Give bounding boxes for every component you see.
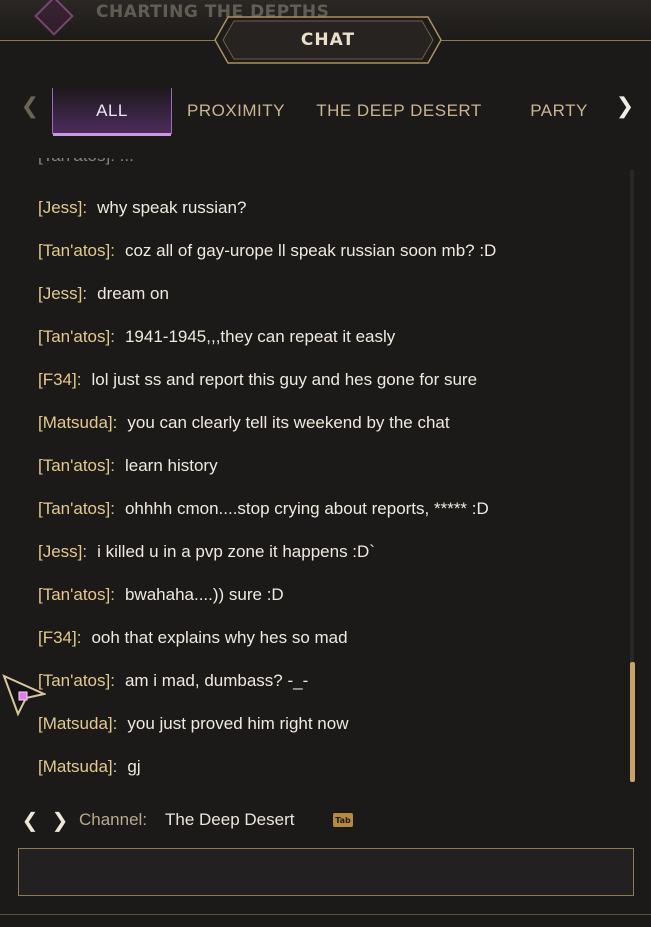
message-author: [Jess]: <box>38 542 88 561</box>
chat-message: [Jess]: dream on <box>38 284 169 304</box>
chat-message: [F34]: lol just ss and report this guy an… <box>38 370 477 390</box>
message-author: [Matsuda]: <box>38 413 118 432</box>
chat-message: [F34]: ooh that explains why hes so mad <box>38 628 348 648</box>
channel-selector: ❮ ❯ Channel: The Deep Desert Tab <box>0 804 651 838</box>
channel-prev-chevron-left-icon[interactable]: ❮ <box>22 808 39 832</box>
tab-all[interactable]: ALL <box>52 88 172 136</box>
chat-message: [Tan'atos]: bwahaha....)) sure :D <box>38 585 284 605</box>
message-author: [Jess]: <box>38 284 88 303</box>
message-author: [Tan'atos]: <box>38 456 115 475</box>
message-author: [Tan'atos]: <box>38 585 115 604</box>
message-text: gj <box>127 757 141 776</box>
chat-input-field[interactable] <box>19 849 633 895</box>
message-text: ooh that explains why hes so mad <box>91 628 348 647</box>
chat-header-badge: CHAT <box>214 16 442 64</box>
channel-label: Channel: <box>79 810 148 829</box>
tab-party[interactable]: PARTY <box>518 88 600 134</box>
chat-input-box[interactable] <box>18 848 634 896</box>
tab-key-hint: Tab <box>333 813 353 827</box>
channel-next-chevron-right-icon[interactable]: ❯ <box>52 808 69 832</box>
message-author: [Jess]: <box>38 198 88 217</box>
quest-diamond-icon <box>34 0 74 36</box>
channel-name: The Deep Desert <box>165 810 295 829</box>
tab-the-deep-desert[interactable]: THE DEEP DESERT <box>306 88 492 134</box>
message-text: coz all of gay-urope ll speak russian so… <box>124 241 497 260</box>
message-text: 1941-1945,,,they can repeat it easly <box>124 327 396 346</box>
chat-message: [Matsuda]: you can clearly tell its weeke… <box>38 413 450 433</box>
message-author: [Matsuda]: <box>38 714 118 733</box>
message-author: [F34]: <box>38 628 82 647</box>
channel-tabs: ❮ ALL PROXIMITY THE DEEP DESERT PARTY ❯ <box>0 78 651 138</box>
message-text: bwahaha....)) sure :D <box>124 585 284 604</box>
chat-message: [Jess]: why speak russian? <box>38 198 246 218</box>
message-text: why speak russian? <box>97 198 247 217</box>
chat-message: [Matsuda]: gj <box>38 757 141 777</box>
message-author: [Tan'atos]: <box>38 241 115 260</box>
tab-proximity[interactable]: PROXIMITY <box>180 88 292 134</box>
message-author: [Tan'atos]: <box>38 671 115 690</box>
message-author: [Tan'atos]: <box>38 499 115 518</box>
message-author: [F34]: <box>38 370 82 389</box>
chat-message: [Tan'atos]: 1941-1945,,,they can repeat i… <box>38 327 395 347</box>
message-text: ohhhh cmon....stop crying about reports,… <box>124 499 489 518</box>
cursor-arrow-icon <box>2 672 48 718</box>
chat-title: CHAT <box>300 30 356 50</box>
chat-message-list[interactable]: [Jess]: why speak russian? [Tan'atos]: coz… <box>0 150 620 790</box>
message-text: lol just ss and report this guy and hes … <box>91 370 478 389</box>
bottom-divider <box>0 914 651 915</box>
message-author: [Matsuda]: <box>38 757 118 776</box>
message-text: am i mad, dumbass? -_- <box>124 671 309 690</box>
message-text: you just proved him right now <box>127 714 349 733</box>
chat-message: [Tan'atos]: ohhhh cmon....stop crying abo… <box>38 499 489 519</box>
scrollbar-thumb[interactable] <box>630 662 635 782</box>
message-text: i killed u in a pvp zone it happens :D` <box>97 542 375 561</box>
chat-message: [Tan'atos]: am i mad, dumbass? -_- <box>38 671 308 691</box>
chat-message: [Matsuda]: you just proved him right now <box>38 714 348 734</box>
message-author: [Tan'atos]: <box>38 327 115 346</box>
tabs-next-chevron-right-icon[interactable]: ❯ <box>613 92 637 120</box>
message-text: learn history <box>124 456 218 475</box>
message-text: you can clearly tell its weekend by the … <box>127 413 450 432</box>
message-text: dream on <box>97 284 169 303</box>
chat-message: [Tan'atos]: coz all of gay-urope ll speak… <box>38 241 496 261</box>
tabs-prev-chevron-left-icon[interactable]: ❮ <box>18 92 42 120</box>
chat-message: [Jess]: i killed u in a pvp zone it happe… <box>38 542 375 562</box>
chat-message: [Tan'atos]: learn history <box>38 456 218 476</box>
